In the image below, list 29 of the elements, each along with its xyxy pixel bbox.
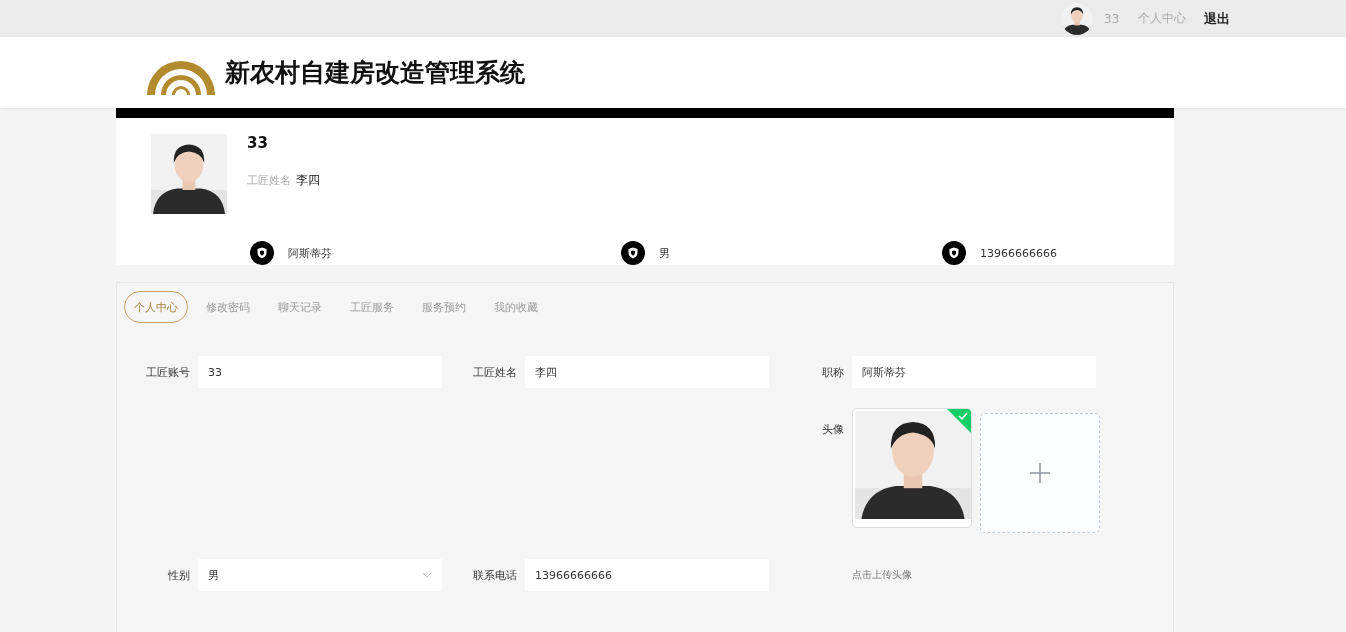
field-label: 职称 (821, 364, 844, 380)
tab[interactable]: 服务预约 (412, 291, 476, 323)
input-field[interactable]: 李四 (525, 356, 769, 388)
tab[interactable]: 聊天记录 (268, 291, 332, 323)
profile-detail: 阿斯蒂芬 (288, 245, 332, 261)
field-label: 联系电话 (472, 567, 517, 583)
chevron-down-icon (422, 572, 432, 578)
upload-hint: 点击上传头像 (852, 568, 912, 582)
gender-select[interactable]: 男 (198, 559, 442, 591)
name-label: 工匠姓名 (247, 173, 291, 188)
app-title: 新农村自建房改造管理系统 (225, 57, 525, 89)
field-label: 性别 (167, 567, 190, 583)
tab[interactable]: 工匠服务 (340, 291, 404, 323)
field-label: 工匠姓名 (472, 364, 517, 380)
tab[interactable]: 我的收藏 (484, 291, 548, 323)
tab[interactable]: 修改密码 (196, 291, 260, 323)
username: 33 (1104, 11, 1120, 26)
input-field[interactable]: 13966666666 (525, 559, 769, 591)
logout-link[interactable]: 退出 (1204, 9, 1231, 28)
name-value: 李四 (296, 172, 320, 189)
field-label: 工匠账号 (145, 364, 190, 380)
input-field[interactable]: 阿斯蒂芬 (852, 356, 1096, 388)
profile-detail: 男 (659, 245, 670, 261)
plus-icon (1030, 463, 1050, 483)
field-label: 头像 (821, 422, 844, 437)
input-field[interactable]: 33 (198, 356, 442, 388)
account-name: 33 (247, 134, 269, 152)
profile-detail: 13966666666 (980, 246, 1057, 260)
profile-link[interactable]: 个人中心 (1138, 10, 1187, 27)
